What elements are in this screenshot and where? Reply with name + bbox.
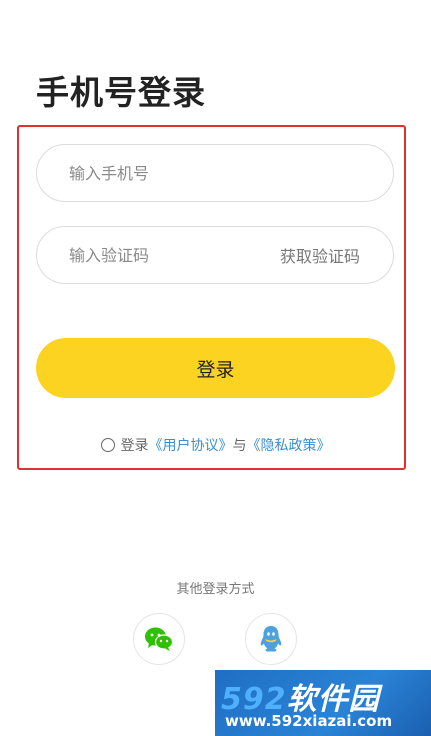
qq-login-button[interactable] xyxy=(245,613,297,665)
agreement-row: 登录 《用户协议》 与 《隐私政策》 xyxy=(0,435,431,455)
user-agreement-link[interactable]: 《用户协议》 xyxy=(149,435,233,455)
watermark-logo: 592软件园 www.592xiazai.com xyxy=(215,670,431,736)
agree-radio[interactable] xyxy=(100,438,115,452)
watermark-url: www.592xiazai.com xyxy=(225,712,393,730)
code-input[interactable] xyxy=(69,227,269,283)
other-login-label: 其他登录方式 xyxy=(176,582,255,597)
qq-icon xyxy=(260,626,282,652)
login-button[interactable]: 登录 xyxy=(36,338,395,398)
privacy-policy-link[interactable]: 《隐私政策》 xyxy=(247,435,331,455)
phone-input[interactable] xyxy=(69,145,269,201)
agreement-conjunction: 与 xyxy=(232,438,247,454)
wechat-icon xyxy=(145,627,174,651)
wechat-login-button[interactable] xyxy=(133,613,185,665)
agreement-prefix: 登录 xyxy=(120,438,149,454)
get-code-button[interactable]: 获取验证码 xyxy=(280,227,360,283)
phone-field[interactable] xyxy=(36,144,394,202)
page-title: 手机号登录 xyxy=(36,73,206,112)
code-field[interactable]: 获取验证码 xyxy=(36,226,394,284)
